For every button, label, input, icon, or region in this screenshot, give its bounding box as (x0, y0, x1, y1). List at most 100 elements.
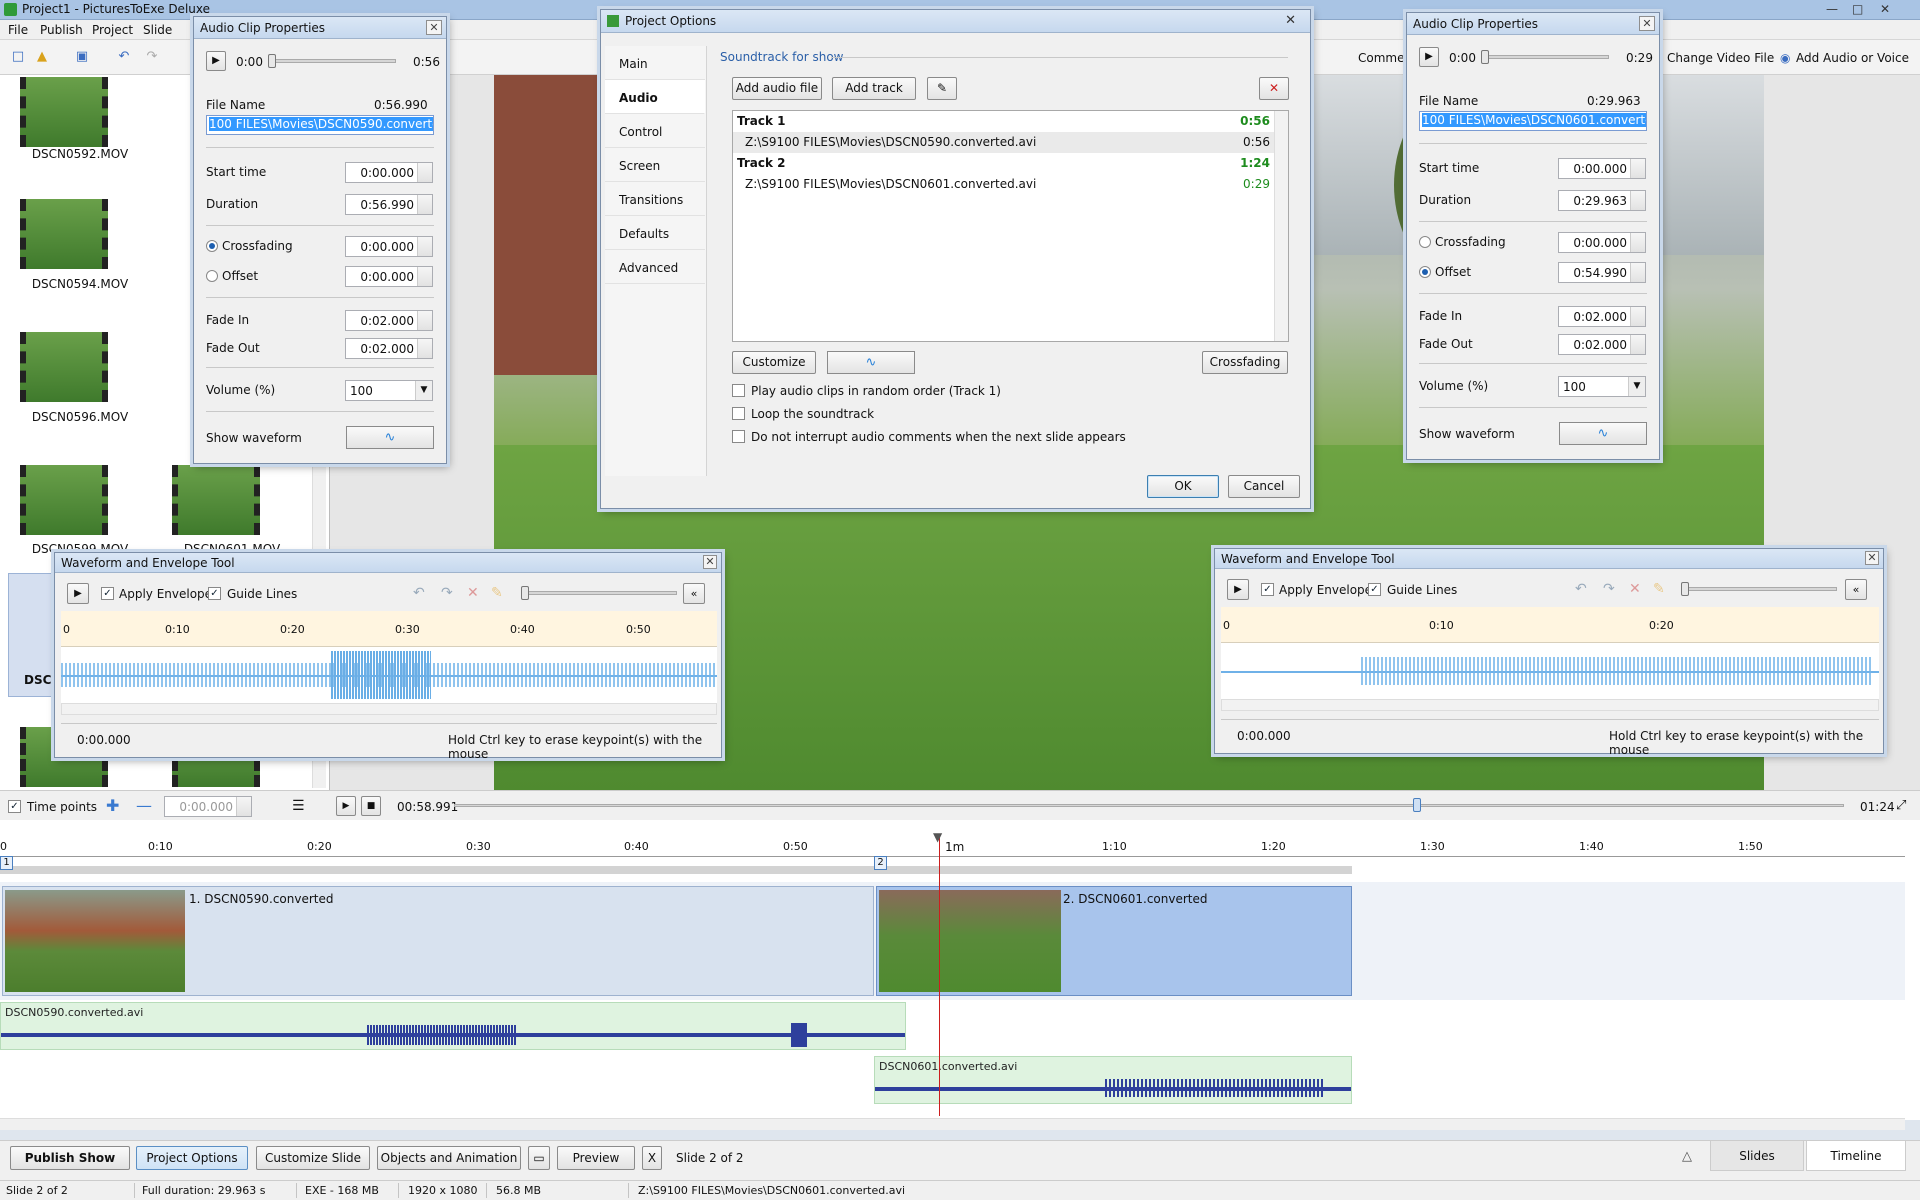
thumbnail-image[interactable] (20, 465, 108, 535)
volume-select[interactable]: 100 ▼ (345, 380, 433, 401)
delete-icon[interactable]: ✕ (467, 585, 479, 601)
offset-input[interactable]: 0:00.000 (345, 266, 433, 287)
eraser-icon[interactable]: ✎ (491, 585, 503, 601)
play-button[interactable]: ▶ (1227, 579, 1249, 600)
redo-icon[interactable]: ↷ (144, 49, 160, 65)
close-icon[interactable]: ✕ (1285, 13, 1296, 28)
tab-transitions[interactable]: Transitions (605, 182, 705, 216)
track-row[interactable]: Track 2 1:24 (733, 153, 1288, 174)
apply-envelope-checkbox[interactable]: ✓ (1261, 583, 1274, 596)
add-point-icon[interactable]: ✚ (106, 796, 119, 815)
delete-icon[interactable]: ✕ (1629, 581, 1641, 597)
play-button[interactable]: ▶ (206, 51, 226, 71)
zoom-slider[interactable] (521, 591, 677, 595)
start-time-input[interactable]: 0:00.000 (345, 162, 433, 183)
audio-clip-block[interactable]: DSCN0590.converted.avi (0, 1002, 906, 1050)
menu-slide[interactable]: Slide (143, 23, 172, 37)
tab-slides[interactable]: Slides (1710, 1141, 1804, 1171)
collapse-icon[interactable]: « (1845, 579, 1867, 600)
expand-icon[interactable]: △ (1682, 1149, 1692, 1164)
menu-icon[interactable]: ☰ (292, 798, 305, 814)
duration-input[interactable]: 0:56.990 (345, 194, 433, 215)
close-icon[interactable]: ✕ (703, 555, 717, 569)
offset-radio[interactable] (1419, 266, 1431, 278)
play-button[interactable]: ▶ (1419, 47, 1439, 67)
dialog-titlebar[interactable]: Project Options ✕ (601, 10, 1310, 33)
ok-button[interactable]: OK (1147, 475, 1219, 498)
delete-icon[interactable]: ✕ (1259, 77, 1289, 100)
close-icon[interactable]: ✕ (1865, 551, 1879, 565)
volume-select[interactable]: 100 ▼ (1558, 376, 1646, 397)
fade-out-input[interactable]: 0:02.000 (345, 338, 433, 359)
fade-in-input[interactable]: 0:02.000 (345, 310, 433, 331)
edit-icon[interactable]: ✎ (927, 77, 957, 100)
zoom-slider[interactable] (1681, 587, 1837, 591)
file-path-field[interactable]: 100 FILES\Movies\DSCN0590.converted.avi (206, 115, 434, 135)
timeline-zoom-slider[interactable] (454, 804, 1844, 807)
playhead-handle-icon[interactable]: ▼ (933, 830, 942, 844)
crossfading-button[interactable]: Crossfading (1202, 351, 1288, 374)
eraser-icon[interactable]: ✎ (1653, 581, 1665, 597)
slide-track[interactable]: 1. DSCN0590.converted 2. DSCN0601.conver… (0, 882, 1905, 1000)
menu-publish[interactable]: Publish (40, 23, 83, 37)
project-options-button[interactable]: Project Options (136, 1146, 248, 1170)
redo-icon[interactable]: ↷ (441, 585, 453, 601)
remove-point-icon[interactable]: — (136, 796, 152, 815)
waveform-scrollbar[interactable] (61, 703, 717, 715)
save-icon[interactable]: ▣ (74, 49, 90, 65)
track-clip-row[interactable]: Z:\S9100 FILES\Movies\DSCN0601.converted… (733, 174, 1288, 195)
apply-envelope-checkbox[interactable]: ✓ (101, 587, 114, 600)
timeline-scrollbar[interactable] (0, 1118, 1905, 1130)
undo-icon[interactable]: ↶ (1575, 581, 1587, 597)
add-audio-file-button[interactable]: Add audio file (732, 77, 822, 100)
dialog-titlebar[interactable]: Audio Clip Properties ✕ (1407, 13, 1659, 35)
guide-lines-checkbox[interactable]: ✓ (208, 587, 221, 600)
no-interrupt-checkbox[interactable] (732, 430, 745, 443)
dialog-titlebar[interactable]: Waveform and Envelope Tool ✕ (55, 553, 721, 573)
menu-file[interactable]: File (8, 23, 28, 37)
add-audio-voice-button[interactable]: Add Audio or Voice (1796, 51, 1909, 65)
thumbnail-image[interactable] (20, 332, 108, 402)
crossfading-input[interactable]: 0:00.000 (1558, 232, 1646, 253)
slider-knob[interactable] (1413, 798, 1421, 812)
tab-main[interactable]: Main (605, 46, 705, 80)
random-order-checkbox[interactable] (732, 384, 745, 397)
minimize-icon[interactable]: — (1826, 2, 1838, 16)
add-track-button[interactable]: Add track (832, 77, 916, 100)
close-icon[interactable]: ✕ (1639, 16, 1655, 31)
slide-block-selected[interactable]: 2. DSCN0601.converted (876, 886, 1352, 996)
undo-icon[interactable]: ↶ (413, 585, 425, 601)
waveform-ruler[interactable]: 0 0:10 0:20 0:30 0:40 0:50 (61, 611, 717, 647)
track-clip-row[interactable]: Z:\S9100 FILES\Movies\DSCN0590.converted… (733, 132, 1288, 153)
crossfading-radio[interactable] (206, 240, 218, 252)
loop-soundtrack-checkbox[interactable] (732, 407, 745, 420)
slide-block[interactable]: 1. DSCN0590.converted (2, 886, 874, 996)
time-point-input[interactable]: 0:00.000 (164, 796, 252, 817)
position-slider[interactable] (268, 59, 396, 63)
offset-input[interactable]: 0:54.990 (1558, 262, 1646, 283)
duration-input[interactable]: 0:29.963 (1558, 190, 1646, 211)
slide-marker[interactable]: 1 (0, 856, 13, 870)
list-scrollbar[interactable] (1274, 111, 1288, 341)
waveform-display[interactable] (1221, 643, 1879, 699)
show-waveform-button[interactable]: ∿ (1559, 422, 1647, 445)
maximize-icon[interactable]: □ (1852, 2, 1863, 16)
tab-defaults[interactable]: Defaults (605, 216, 705, 250)
track-row[interactable]: Track 1 0:56 (733, 111, 1288, 132)
timeline-ruler[interactable]: 0 0:10 0:20 0:30 0:40 0:50 1m 1:10 1:20 … (0, 832, 1905, 874)
window-icon[interactable]: ▭ (528, 1146, 550, 1170)
dialog-titlebar[interactable]: Audio Clip Properties ✕ (194, 17, 446, 39)
fade-in-input[interactable]: 0:02.000 (1558, 306, 1646, 327)
waveform-scrollbar[interactable] (1221, 699, 1879, 711)
file-path-field[interactable]: 100 FILES\Movies\DSCN0601.converted.avi (1419, 111, 1647, 131)
crossfading-input[interactable]: 0:00.000 (345, 236, 433, 257)
customize-button[interactable]: Customize (732, 351, 816, 374)
slider-knob[interactable] (1481, 50, 1489, 64)
show-waveform-button[interactable]: ∿ (346, 426, 434, 449)
soundtrack-list[interactable]: Track 1 0:56 Z:\S9100 FILES\Movies\DSCN0… (732, 110, 1289, 342)
change-video-file-button[interactable]: Change Video File (1667, 51, 1774, 65)
slider-knob[interactable] (521, 586, 529, 600)
waveform-display[interactable] (61, 647, 717, 703)
thumbnail-image[interactable] (172, 465, 260, 535)
comments-button[interactable]: Comme (1358, 51, 1404, 65)
